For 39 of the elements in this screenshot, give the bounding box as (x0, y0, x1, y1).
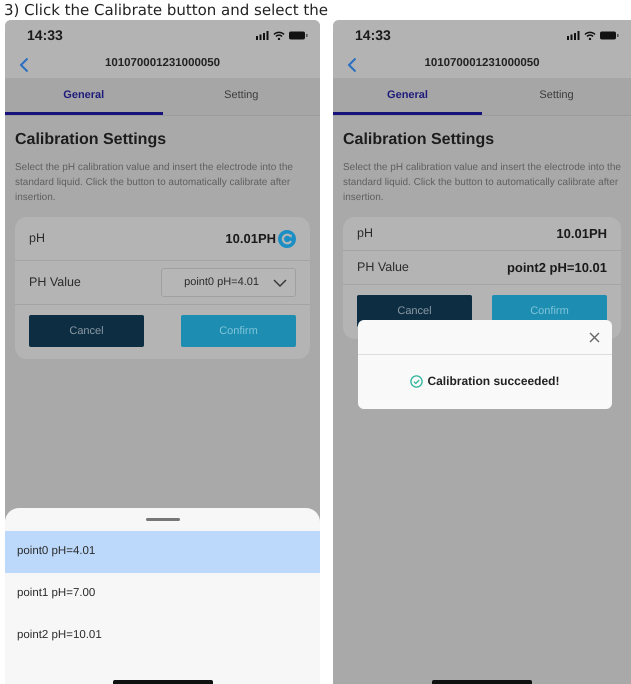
row-label: PH Value (357, 259, 409, 276)
sheet-option[interactable]: point2 pH=10.01 (5, 615, 320, 657)
row-label: PH Value (29, 274, 81, 292)
dialog-message: Calibration succeeded! (427, 373, 560, 390)
screen-title: 101070001231000050 (104, 56, 222, 72)
close-icon (589, 332, 600, 342)
reading-value: 10.01PH (556, 224, 607, 243)
battery-icon (289, 30, 308, 40)
section-title: Calibration Settings (15, 130, 168, 150)
drag-handle[interactable] (146, 518, 180, 521)
wifi-icon (273, 30, 285, 40)
screen-title: 101070001231000050 (423, 56, 541, 72)
value-text: point2 pH=10.01 (506, 258, 607, 277)
description-text: Select the pH calibration value and insert the electrode into the standard liquid. Click the button to automatically calibrate after insertion. (343, 161, 621, 205)
signal-icon (567, 30, 580, 40)
tab[interactable]: General (5, 78, 162, 115)
check-circle-icon (410, 374, 424, 388)
tab[interactable]: Setting (162, 78, 320, 115)
row-label: pH (29, 230, 45, 248)
section-title: Calibration Settings (343, 130, 496, 150)
back-chevron-icon (347, 57, 357, 73)
description-text: Select the pH calibration value and insert the electrode into the standard liquid. Click the button to automatically calibrate after insertion. (15, 161, 294, 205)
wifi-icon (584, 30, 596, 40)
sheet-option[interactable]: point1 pH=7.00 (5, 573, 320, 615)
reading-value: 10.01PH (225, 230, 276, 248)
back-chevron-icon (19, 57, 29, 73)
battery-icon (600, 30, 619, 40)
tab[interactable]: Setting (482, 78, 631, 115)
close-button[interactable] (589, 332, 600, 342)
caption-text: 3) Click the Calibrate button and select the (3, 0, 330, 20)
row-label: pH (357, 225, 373, 242)
value-dropdown[interactable]: point0 pH=4.01 (161, 268, 296, 297)
cancel-button[interactable]: Cancel (29, 315, 144, 347)
chevron-down-icon (273, 278, 287, 286)
status-time: 14:33 (355, 26, 391, 44)
status-time: 14:33 (27, 26, 63, 44)
tab[interactable]: General (333, 78, 482, 115)
sheet-option[interactable]: point0 pH=4.01 (5, 531, 320, 573)
signal-icon (256, 30, 269, 40)
